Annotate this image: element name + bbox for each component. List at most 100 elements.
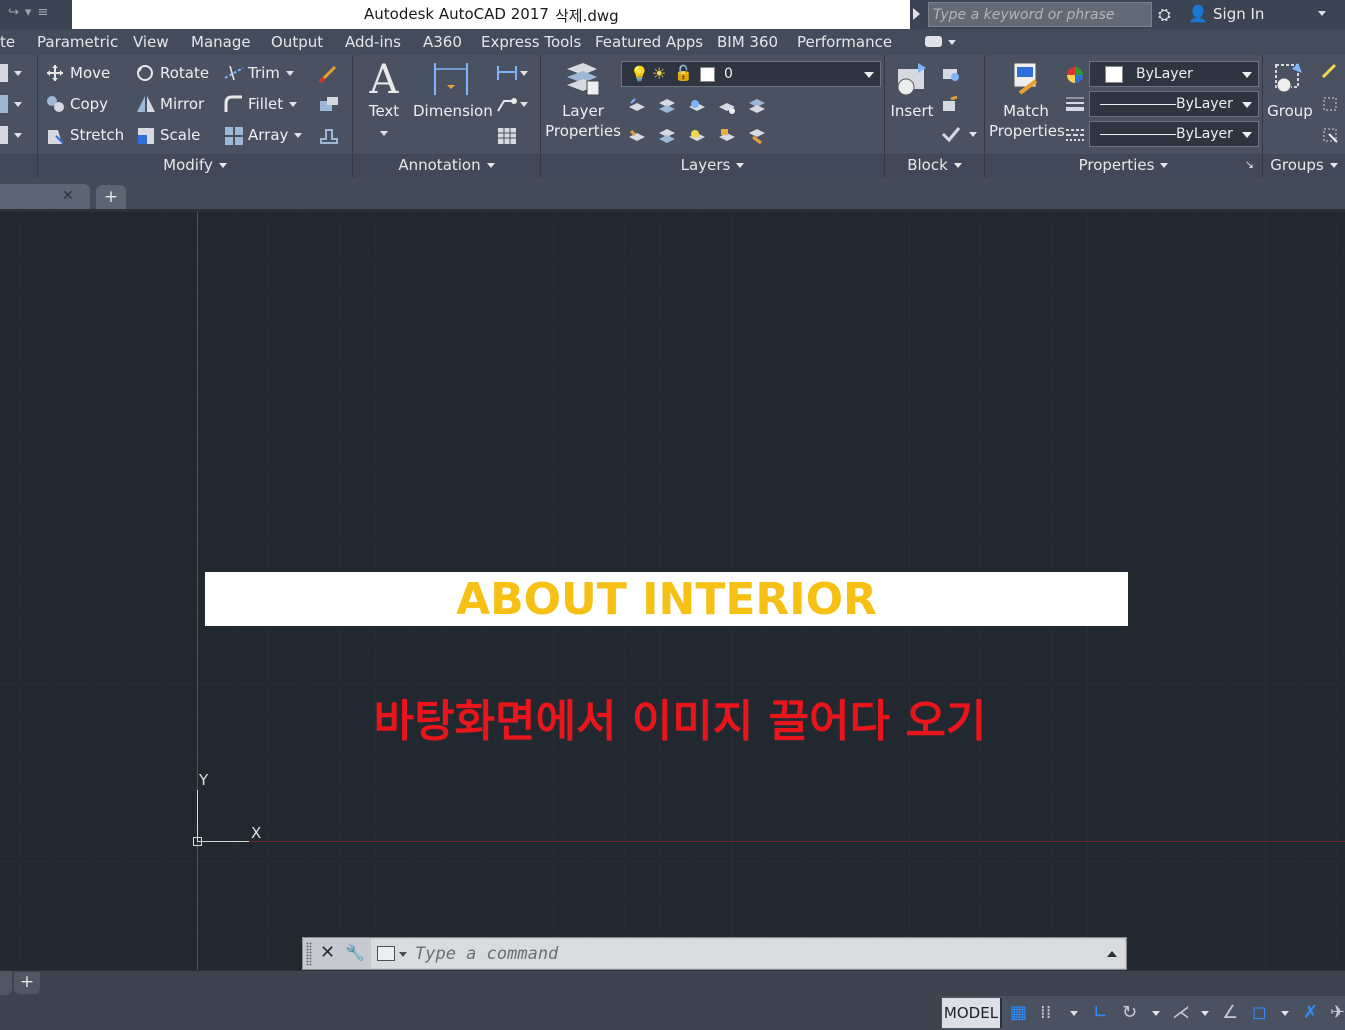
redo-icon[interactable]: ↪ (8, 5, 19, 20)
layer-lock-icon[interactable] (717, 127, 737, 145)
ucs-origin-box[interactable] (193, 837, 202, 846)
text-button[interactable]: A Text (365, 59, 403, 141)
grid-icon[interactable]: ▦ (1010, 1002, 1027, 1023)
ribbon-minimize-icon[interactable] (925, 36, 942, 47)
panel-block-dropdown-icon[interactable] (953, 163, 962, 168)
draw-tool-1[interactable] (0, 64, 22, 82)
annotation-visibility-icon[interactable]: ✗ (1303, 1002, 1318, 1023)
array-dropdown-icon[interactable] (294, 132, 303, 138)
drawing-canvas[interactable]: ABOUT INTERIOR 바탕화면에서 이미지 끌어다 오기 Y X (0, 212, 1345, 970)
scale-button[interactable]: Scale (136, 126, 200, 144)
model-space-button[interactable]: MODEL (942, 998, 1002, 1028)
create-block-icon[interactable] (941, 65, 961, 83)
color-wheel-icon[interactable] (1065, 65, 1085, 83)
panel-layers-dropdown-icon[interactable] (736, 163, 745, 168)
binoculars-icon[interactable]: ⛭ (1158, 5, 1171, 25)
isodraft-icon[interactable]: ⋌ (1172, 1002, 1190, 1023)
panel-annotation-dropdown-icon[interactable] (486, 163, 495, 168)
trim-button[interactable]: Trim (224, 64, 294, 82)
table-button[interactable] (496, 126, 516, 144)
fillet-dropdown-icon[interactable] (289, 101, 298, 107)
layer-merge-icon[interactable] (747, 127, 767, 145)
stretch-button[interactable]: Stretch (46, 126, 124, 144)
layer-freeze-icon[interactable] (717, 97, 737, 115)
lightbulb-icon[interactable]: 💡 (630, 65, 649, 83)
array-button[interactable]: Array (224, 126, 303, 145)
tab-express-tools[interactable]: Express Tools (481, 33, 581, 51)
tab-view[interactable]: View (133, 33, 169, 51)
explode-button[interactable] (318, 95, 338, 113)
tab-output[interactable]: Output (271, 33, 323, 51)
leader-button[interactable] (496, 95, 528, 113)
erase-button[interactable] (318, 62, 337, 84)
trim-dropdown-icon[interactable] (285, 70, 294, 76)
panel-layers-footer[interactable]: Layers (541, 154, 884, 178)
new-tab-button[interactable]: + (96, 185, 126, 210)
ortho-icon[interactable]: ∟ (1093, 1002, 1108, 1023)
tab-performance[interactable]: Performance (797, 33, 892, 51)
tab-featured-apps[interactable]: Featured Apps (595, 33, 703, 51)
panel-modify-footer[interactable]: Modify (38, 154, 352, 178)
group-edit-icon[interactable] (1321, 95, 1341, 113)
sign-in-dropdown-icon[interactable] (1318, 11, 1326, 16)
lineweight-dropdown-arrow-icon[interactable] (1242, 102, 1252, 108)
layer-unisolate-icon[interactable] (627, 127, 647, 145)
wrench-icon[interactable]: 🔧 (345, 943, 365, 962)
recent-commands-dropdown-icon[interactable] (399, 952, 407, 957)
layer-color-swatch[interactable] (700, 67, 715, 82)
object-snap-dropdown-icon[interactable] (1281, 1011, 1289, 1016)
panel-modify-dropdown-icon[interactable] (218, 163, 227, 168)
user-icon[interactable]: 👤 (1188, 4, 1208, 23)
lock-icon[interactable]: 🔓 (674, 64, 693, 82)
polar-tracking-icon[interactable]: ↻ (1122, 1002, 1137, 1023)
edit-block-icon[interactable] (941, 95, 961, 113)
rotate-button[interactable]: Rotate (136, 64, 209, 82)
move-button[interactable]: Move (46, 64, 110, 82)
object-snap-tracking-icon[interactable]: ∠ (1222, 1002, 1238, 1023)
group-selection-icon[interactable] (1321, 126, 1341, 144)
sun-icon[interactable]: ☀ (652, 64, 666, 83)
mirror-button[interactable]: Mirror (136, 95, 204, 113)
command-history-icon[interactable] (1107, 951, 1117, 957)
tab-manage[interactable]: Manage (191, 33, 251, 51)
search-input[interactable] (929, 3, 1151, 26)
copy-button[interactable]: Copy (46, 95, 108, 113)
redo-dropdown-icon[interactable]: ▾ (25, 5, 32, 20)
search-box[interactable] (928, 2, 1152, 27)
linetype-dropdown[interactable]: ByLayer (1089, 121, 1259, 147)
customize-qat-icon[interactable]: ≡ (37, 5, 48, 20)
draw-tool-3[interactable] (0, 126, 22, 144)
command-input[interactable] (415, 941, 1065, 966)
layer-previous-icon[interactable] (657, 97, 677, 115)
object-snap-icon[interactable]: ◻ (1252, 1002, 1267, 1023)
offset-button[interactable] (318, 126, 338, 144)
layer-dropdown-arrow-icon[interactable] (864, 72, 874, 78)
tab-bim-360[interactable]: BIM 360 (717, 33, 778, 51)
block-attributes-dropdown-icon[interactable] (969, 132, 977, 137)
close-icon[interactable]: ✕ (320, 942, 335, 963)
command-prompt-icon[interactable] (377, 946, 395, 961)
match-properties-button[interactable]: Match Properties (989, 59, 1065, 141)
panel-annotation-footer[interactable]: Annotation (353, 154, 540, 178)
ungroup-icon[interactable] (1321, 63, 1341, 81)
add-layout-button[interactable]: + (14, 972, 40, 994)
linetype-icon[interactable] (1065, 126, 1085, 144)
tab-add-ins[interactable]: Add-ins (345, 33, 401, 51)
snap-dropdown-icon[interactable] (1070, 1011, 1078, 1016)
layer-dropdown[interactable]: 💡 ☀ 🔓 0 (621, 61, 881, 87)
insert-button[interactable]: Insert (887, 59, 937, 121)
sign-in-button[interactable]: Sign In (1213, 5, 1264, 23)
layer-properties-button[interactable]: Layer Properties (545, 59, 621, 141)
layout-tab[interactable] (0, 971, 12, 995)
search-expand-icon[interactable] (913, 8, 920, 20)
isodraft-dropdown-icon[interactable] (1201, 1011, 1209, 1016)
group-button[interactable]: Group (1265, 59, 1315, 121)
layer-isolate-icon[interactable] (687, 97, 707, 115)
snap-icon[interactable]: ⁞⁞ (1040, 1002, 1051, 1023)
properties-launcher-icon[interactable]: ↘ (1245, 158, 1254, 171)
tab-parametric[interactable]: Parametric (37, 33, 118, 51)
panel-groups-dropdown-icon[interactable] (1329, 163, 1338, 168)
linetype-dropdown-arrow-icon[interactable] (1242, 132, 1252, 138)
block-attributes-icon[interactable] (941, 126, 961, 144)
fillet-button[interactable]: Fillet (224, 95, 298, 113)
